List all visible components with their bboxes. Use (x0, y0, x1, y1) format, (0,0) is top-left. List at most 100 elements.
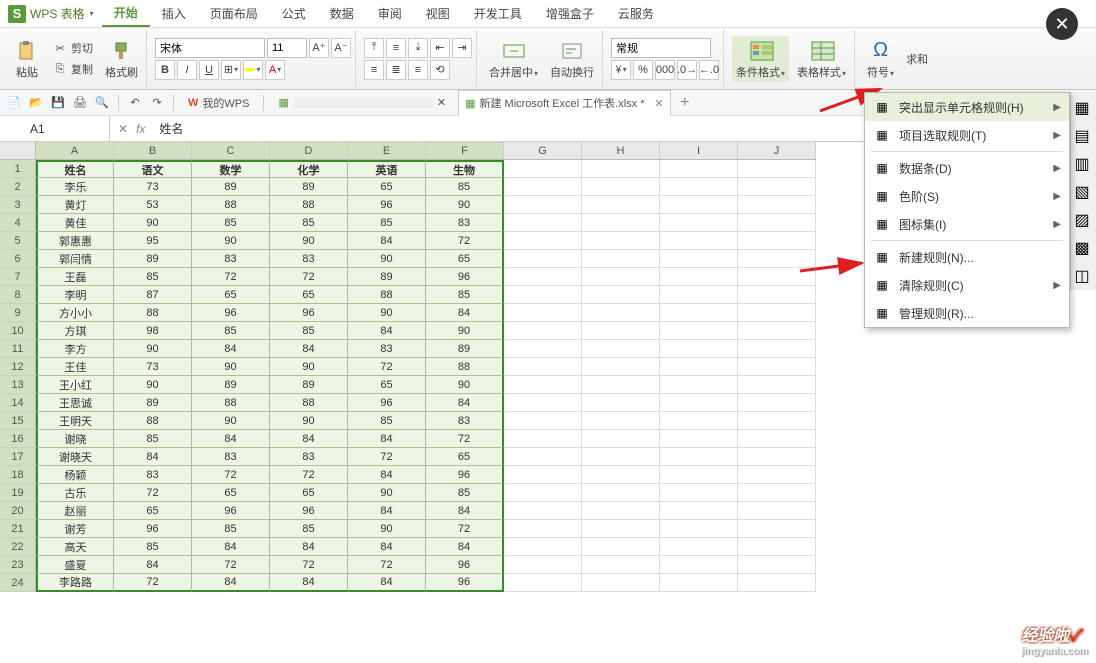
cell-data[interactable]: 郭惠惠 (36, 232, 114, 250)
col-header-G[interactable]: G (504, 142, 582, 160)
cell-data[interactable]: 89 (348, 268, 426, 286)
cell-data[interactable]: 95 (114, 232, 192, 250)
cell-data[interactable]: 96 (348, 196, 426, 214)
cell-data[interactable]: 88 (270, 394, 348, 412)
cell-data[interactable]: 李乐 (36, 178, 114, 196)
cell-data[interactable]: 84 (426, 538, 504, 556)
cell-empty[interactable] (660, 556, 738, 574)
cell-data[interactable]: 65 (270, 484, 348, 502)
cell-data[interactable]: 王小红 (36, 376, 114, 394)
cell-data[interactable]: 84 (348, 430, 426, 448)
cell-data[interactable]: 88 (426, 358, 504, 376)
increase-font-button[interactable]: A⁺ (309, 38, 329, 58)
cell-data[interactable]: 88 (114, 304, 192, 322)
indent-left-button[interactable]: ⇤ (430, 38, 450, 58)
cell-data[interactable]: 84 (192, 340, 270, 358)
cell-data[interactable]: 72 (426, 430, 504, 448)
cell-empty[interactable] (582, 160, 660, 178)
cell-empty[interactable] (660, 250, 738, 268)
menu-item-clear[interactable]: ▦ 清除规则(C) ▶ (865, 271, 1069, 299)
cell-data[interactable]: 84 (348, 466, 426, 484)
cell-empty[interactable] (504, 214, 582, 232)
cell-data[interactable]: 黄佳 (36, 214, 114, 232)
preview-icon[interactable]: 🔍 (94, 95, 110, 111)
cell-data[interactable]: 90 (348, 520, 426, 538)
cell-empty[interactable] (582, 520, 660, 538)
cell-empty[interactable] (582, 178, 660, 196)
cond-format-button[interactable]: 条件格式▾ (732, 36, 789, 82)
orientation-button[interactable]: ⟲ (430, 60, 450, 80)
cell-empty[interactable] (738, 340, 816, 358)
cell-empty[interactable] (504, 466, 582, 484)
cell-data[interactable]: 谢晓 (36, 430, 114, 448)
cell-header[interactable]: 英语 (348, 160, 426, 178)
cell-data[interactable]: 85 (192, 214, 270, 232)
fx-icon[interactable]: fx (136, 122, 145, 136)
row-header-17[interactable]: 17 (0, 448, 36, 466)
cell-empty[interactable] (660, 304, 738, 322)
underline-button[interactable]: U (199, 60, 219, 80)
cell-empty[interactable] (504, 178, 582, 196)
panel-icon-1[interactable]: ▦ (1075, 98, 1093, 116)
col-header-H[interactable]: H (582, 142, 660, 160)
menu-item-databar[interactable]: ▦ 数据条(D) ▶ (865, 154, 1069, 182)
cell-data[interactable]: 96 (114, 520, 192, 538)
cell-data[interactable]: 73 (114, 178, 192, 196)
inc-decimal-button[interactable]: .0→ (677, 60, 697, 80)
font-name-select[interactable] (155, 38, 265, 58)
cell-data[interactable]: 73 (114, 358, 192, 376)
row-header-11[interactable]: 11 (0, 340, 36, 358)
tab-file1[interactable]: ▦✕ (272, 96, 452, 109)
cell-empty[interactable] (504, 250, 582, 268)
table-style-button[interactable]: 表格样式▾ (793, 36, 850, 82)
cell-data[interactable]: 89 (426, 340, 504, 358)
cell-data[interactable]: 90 (114, 376, 192, 394)
cell-data[interactable]: 90 (270, 412, 348, 430)
cell-data[interactable]: 85 (270, 322, 348, 340)
cell-empty[interactable] (582, 484, 660, 502)
align-bottom-button[interactable]: ⤓ (408, 38, 428, 58)
cell-empty[interactable] (738, 304, 816, 322)
cell-data[interactable]: 84 (348, 538, 426, 556)
cell-data[interactable]: 89 (270, 376, 348, 394)
cell-data[interactable]: 88 (192, 394, 270, 412)
menu-tab-5[interactable]: 审阅 (366, 0, 414, 27)
cell-empty[interactable] (504, 412, 582, 430)
cell-data[interactable]: 90 (114, 340, 192, 358)
close-button[interactable]: ✕ (1046, 8, 1078, 40)
cell-empty[interactable] (660, 448, 738, 466)
cell-data[interactable]: 90 (192, 232, 270, 250)
cell-data[interactable]: 杨颖 (36, 466, 114, 484)
cell-empty[interactable] (582, 322, 660, 340)
cell-empty[interactable] (504, 304, 582, 322)
cell-empty[interactable] (582, 538, 660, 556)
cell-data[interactable]: 96 (270, 502, 348, 520)
cell-data[interactable]: 53 (114, 196, 192, 214)
cell-data[interactable]: 90 (426, 376, 504, 394)
cell-empty[interactable] (504, 520, 582, 538)
number-format-select[interactable] (611, 38, 711, 58)
cell-data[interactable]: 96 (426, 556, 504, 574)
row-header-22[interactable]: 22 (0, 538, 36, 556)
cell-data[interactable]: 古乐 (36, 484, 114, 502)
cell-empty[interactable] (582, 448, 660, 466)
cell-data[interactable]: 高天 (36, 538, 114, 556)
bold-button[interactable]: B (155, 60, 175, 80)
cell-data[interactable]: 83 (348, 340, 426, 358)
cell-empty[interactable] (660, 412, 738, 430)
row-header-19[interactable]: 19 (0, 484, 36, 502)
panel-icon-2[interactable]: ▤ (1075, 126, 1093, 144)
cell-empty[interactable] (660, 538, 738, 556)
menu-item-highlight[interactable]: ▦ 突出显示单元格规则(H) ▶ (865, 93, 1069, 121)
cell-empty[interactable] (582, 268, 660, 286)
cell-empty[interactable] (660, 376, 738, 394)
row-header-8[interactable]: 8 (0, 286, 36, 304)
cell-empty[interactable] (504, 394, 582, 412)
cell-data[interactable]: 83 (270, 448, 348, 466)
cell-empty[interactable] (660, 358, 738, 376)
menu-tab-3[interactable]: 公式 (270, 0, 318, 27)
menu-tab-2[interactable]: 页面布局 (198, 0, 270, 27)
cell-header[interactable]: 语文 (114, 160, 192, 178)
cell-data[interactable]: 90 (348, 484, 426, 502)
panel-icon-4[interactable]: ▧ (1075, 182, 1093, 200)
